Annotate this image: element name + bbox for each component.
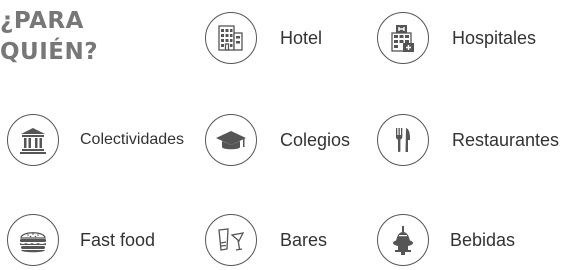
drink-dispenser-icon xyxy=(377,214,429,266)
glasses-icon xyxy=(205,214,257,266)
item-label: Bares xyxy=(280,230,328,250)
graduation-cap-icon xyxy=(205,114,257,166)
item-label: Hospitales xyxy=(452,28,537,48)
item-label: Bebidas xyxy=(450,230,516,250)
item-label: Restaurantes xyxy=(452,130,560,150)
title-line-2: QUIÉN? xyxy=(0,39,99,65)
section-title: ¿PARA QUIÉN? xyxy=(0,6,98,68)
title-line-1: ¿PARA xyxy=(0,8,84,34)
fork-knife-icon xyxy=(377,114,429,166)
hospital-icon xyxy=(377,12,429,64)
hotel-icon xyxy=(205,12,257,64)
item-label: Colectividades xyxy=(80,131,185,148)
burger-icon xyxy=(7,214,59,266)
institution-icon xyxy=(7,114,59,166)
item-label: Colegios xyxy=(280,130,351,150)
item-label: Fast food xyxy=(80,230,156,250)
item-label: Hotel xyxy=(280,28,323,48)
